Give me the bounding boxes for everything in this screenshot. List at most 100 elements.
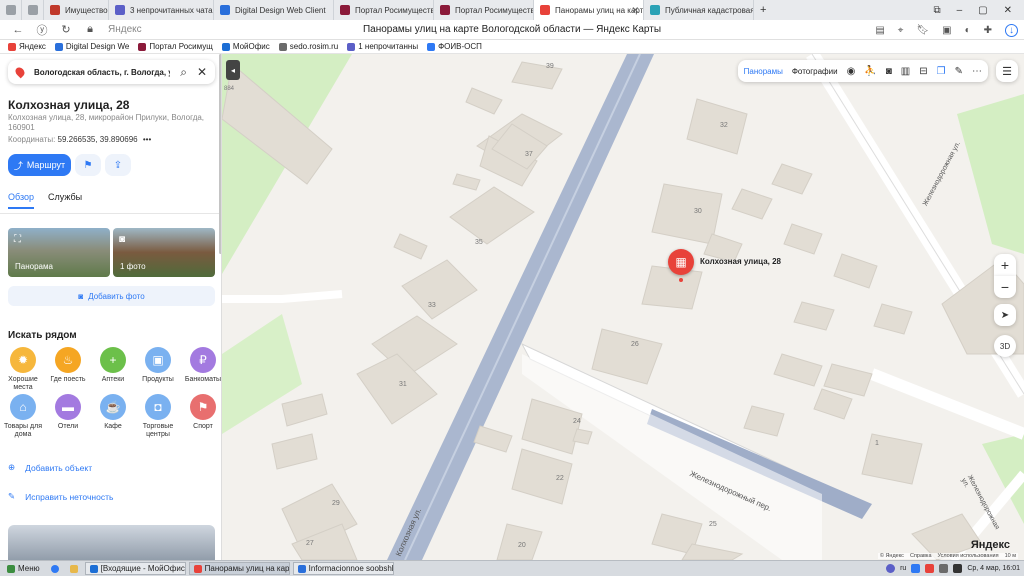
category-button[interactable]: ☕ Кафе — [91, 394, 135, 431]
place-marker[interactable]: ▦ — [668, 249, 694, 275]
taskbar-window-button[interactable]: Панорамы улиц на карте... — [188, 562, 290, 575]
browser-tab[interactable]: 3 непрочитанных чата — [109, 0, 214, 20]
refresh-icon[interactable]: ↻ — [60, 23, 72, 36]
maximize-button[interactable]: ▢ — [978, 5, 987, 16]
volume-tray-icon[interactable] — [953, 564, 963, 573]
browser-tab[interactable]: Digital Design Web Client — [214, 0, 334, 20]
network-tray-icon[interactable] — [911, 564, 921, 573]
more-icon[interactable]: ⋯ — [972, 66, 982, 77]
collections-icon[interactable]: ▣ — [942, 25, 951, 36]
category-button[interactable]: ✹ Хорошие места — [1, 347, 45, 392]
traffic-icon[interactable]: ▥ — [901, 66, 910, 77]
collapse-sidebar-button[interactable]: ◂ — [226, 60, 240, 80]
pin-icon[interactable]: ⌖ — [898, 25, 904, 36]
browser-tab[interactable]: Портал Росимущества — [334, 0, 434, 20]
search-value[interactable]: Вологодская область, г. Вологда, ул. — [34, 68, 170, 77]
route-button[interactable]: ⤴ Маршрут — [8, 154, 71, 176]
category-button[interactable]: ⌂ Товары для дома — [1, 394, 45, 439]
browser-tab[interactable]: Публичная кадастровая — [644, 0, 754, 20]
address-domain[interactable]: Яндекс — [108, 24, 142, 35]
taskbar-window-button[interactable]: Informacionnoe soobshhe... — [292, 562, 394, 575]
bookmark-button[interactable]: ⚑ — [75, 154, 101, 176]
map-toolbar: Панорамы Фотографии ◉ ⛹ ◙ ▥ ⊟ ❐ ✎ ⋯ — [737, 60, 988, 82]
camera-icon[interactable]: ◙ — [886, 66, 892, 77]
close-tab-icon[interactable]: ✕ — [631, 5, 639, 16]
add-photo-button[interactable]: ◙ Добавить фото — [8, 286, 215, 306]
clock[interactable]: Ср, 4 мар, 16:01 — [967, 565, 1020, 572]
building-number: 35 — [475, 239, 483, 246]
reader-icon[interactable]: ▤ — [875, 25, 884, 36]
tab-overview[interactable]: Обзор — [8, 192, 34, 209]
file-manager-launcher[interactable] — [66, 562, 82, 575]
download-icon[interactable]: ↓ — [1005, 23, 1018, 37]
update-tray-icon[interactable] — [925, 564, 935, 573]
close-window-button[interactable]: ✕ — [1004, 5, 1012, 16]
clear-icon[interactable]: ✕ — [197, 65, 207, 79]
bookmark-icon[interactable]: 🔖︎ — [916, 25, 929, 36]
browser-tab[interactable]: Панорамы улиц на карт ✕ — [534, 0, 644, 20]
messenger-tray-icon[interactable] — [886, 564, 896, 573]
panorama-person-icon[interactable]: ⛹ — [864, 66, 876, 77]
category-button[interactable]: + Аптеки — [91, 347, 135, 384]
add-object-link[interactable]: ⊕ Добавить объект — [8, 462, 92, 473]
my-location-button[interactable]: ➤ — [994, 304, 1016, 326]
browser-tab[interactable]: Имущество — [44, 0, 109, 20]
back-icon[interactable]: ← — [12, 24, 24, 36]
bluetooth-tray-icon[interactable] — [939, 564, 949, 573]
category-button[interactable]: ▣ Продукты — [136, 347, 180, 384]
search-icon[interactable]: ⌕ — [180, 65, 187, 80]
map-canvas[interactable]: 39 37 35 33 31 32 30 26 24 22 29 27 25 2… — [222, 54, 1024, 560]
minimize-button[interactable]: – — [957, 5, 963, 16]
terms-link[interactable]: Условия использования — [938, 553, 999, 559]
photos-button[interactable]: Фотографии — [792, 67, 838, 76]
map-layers-icon[interactable]: ❐ — [937, 66, 946, 77]
yandex-launcher[interactable] — [47, 562, 63, 575]
new-tab-button[interactable]: + — [754, 0, 772, 20]
bookmark-item[interactable]: ФОИВ-ОСП — [427, 42, 482, 51]
browser-tab[interactable]: Портал Росимущества — [434, 0, 534, 20]
marker-label[interactable]: Колхозная улица, 28 — [700, 257, 781, 266]
layers-icon[interactable]: ◉ — [847, 66, 856, 77]
promo-banner[interactable] — [8, 525, 215, 560]
extensions-icon[interactable]: ✚ — [984, 25, 992, 36]
3d-button[interactable]: 3D — [994, 335, 1016, 357]
browser-tab[interactable] — [0, 0, 22, 20]
category-button[interactable]: ◘ Торговые центры — [136, 394, 180, 439]
bookmark-item[interactable]: sedo.rosim.ru — [278, 42, 338, 51]
category-button[interactable]: ♨ Где поесть — [46, 347, 90, 384]
language-indicator[interactable]: ru — [900, 565, 906, 572]
fix-error-link[interactable]: ✎ Исправить неточность — [8, 491, 113, 502]
bookmark-item[interactable]: Портал Росимущ — [138, 42, 213, 51]
panorama-thumbnail[interactable]: ⛶ Панорама — [8, 228, 110, 277]
category-button[interactable]: ₽ Банкоматы — [181, 347, 221, 384]
taskbar-window-button[interactable]: [Входящие - МойОфис П... — [84, 562, 186, 575]
panoramas-button[interactable]: Панорамы — [744, 67, 783, 76]
start-menu-button[interactable]: Меню — [3, 562, 44, 575]
zoom-in-button[interactable]: + — [994, 254, 1016, 276]
category-button[interactable]: ⚑ Спорт — [181, 394, 221, 431]
menu-button[interactable]: ☰ — [996, 60, 1018, 82]
tab-services[interactable]: Службы — [48, 192, 82, 209]
browser-tab[interactable] — [22, 0, 44, 20]
zoom-out-button[interactable]: − — [994, 276, 1016, 298]
tab-label: Портал Росимущества — [355, 5, 434, 15]
share-button[interactable]: ⇪ — [105, 154, 131, 176]
extensions-icon[interactable]: ⧉ — [933, 5, 940, 16]
coordinates-more-button[interactable]: ••• — [143, 135, 151, 144]
ruler-icon[interactable]: ✎ — [955, 66, 963, 77]
bookmark-item[interactable]: Яндекс — [8, 42, 46, 51]
category-button[interactable]: ▬ Отели — [46, 394, 90, 431]
coordinates-value[interactable]: 59.266535, 39.890696 — [58, 135, 138, 144]
tab-favicon-icon — [115, 5, 125, 15]
yandex-browser-icon[interactable]: ⓨ — [36, 22, 48, 38]
bookmark-item[interactable]: Digital Design We — [54, 42, 129, 51]
protect-icon[interactable]: ◐ — [965, 25, 971, 36]
window-app-icon — [297, 564, 306, 573]
bookmark-item[interactable]: МойОфис — [221, 42, 270, 51]
help-link[interactable]: Справка — [910, 553, 932, 559]
search-input[interactable]: Вологодская область, г. Вологда, ул. ⌕ ✕ — [8, 60, 215, 84]
photo-thumbnail[interactable]: ◙ 1 фото — [113, 228, 215, 277]
bookmark-item[interactable]: 1 непрочитанны — [347, 42, 418, 51]
transit-icon[interactable]: ⊟ — [919, 66, 927, 77]
tab-favicon-icon — [6, 5, 16, 15]
